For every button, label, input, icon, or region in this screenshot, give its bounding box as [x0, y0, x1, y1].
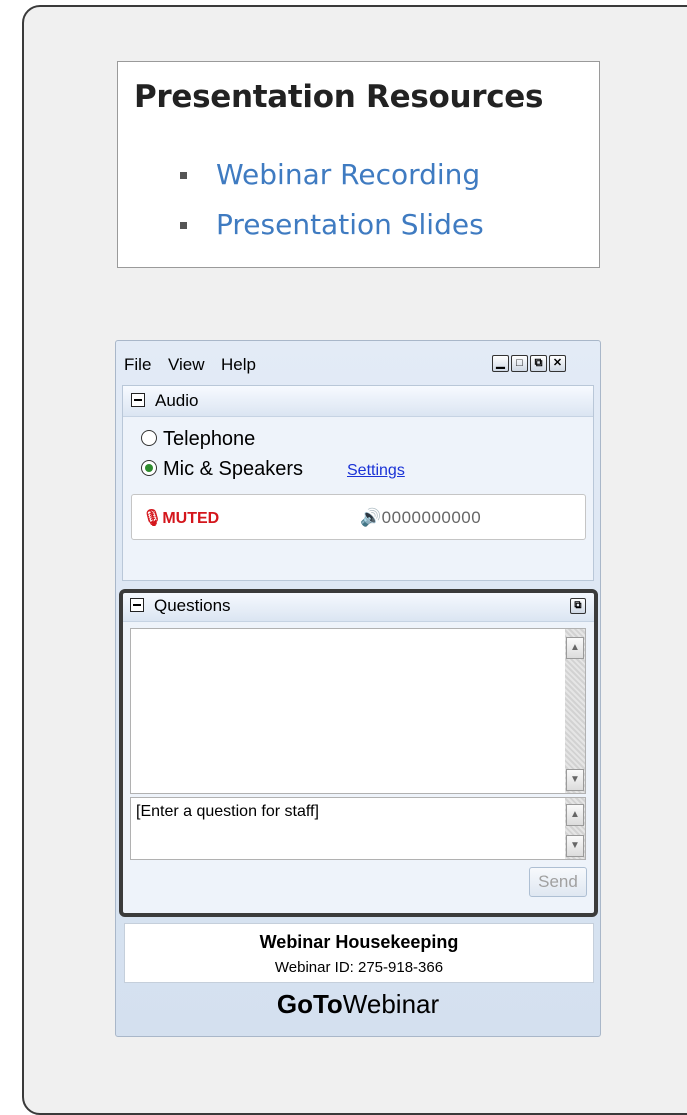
audio-section: Audio Telephone Mic & Speakers Settings …	[122, 385, 594, 581]
restore-icon[interactable]: ⧉	[530, 355, 547, 372]
webinar-recording-link[interactable]: Webinar Recording	[216, 156, 480, 194]
scroll-down-icon[interactable]: ▼	[566, 835, 584, 857]
mic-speakers-label: Mic & Speakers	[163, 458, 304, 480]
resources-title: Presentation Resources	[134, 79, 544, 115]
volume-meter: 🔊0000000000	[360, 508, 482, 527]
telephone-radio[interactable]	[141, 430, 157, 446]
audio-status-box: 🎙MUTED 🔊0000000000	[131, 494, 586, 540]
housekeeping-title: Webinar Housekeeping	[259, 932, 459, 952]
audio-title: Audio	[155, 391, 199, 410]
questions-log[interactable]: ▲ ▼	[130, 628, 586, 794]
settings-link[interactable]: Settings	[347, 462, 405, 480]
scroll-up-icon[interactable]: ▲	[566, 804, 584, 826]
audio-header: Audio	[123, 386, 593, 417]
muted-status[interactable]: 🎙MUTED	[142, 508, 219, 528]
question-input[interactable]: [Enter a question for staff] ▲ ▼	[130, 797, 586, 860]
logo-webinar: Webinar	[342, 989, 440, 1019]
webinar-id: Webinar ID: 275-918-366	[274, 959, 444, 976]
scroll-up-icon[interactable]: ▲	[566, 637, 584, 659]
menu-help[interactable]: Help	[221, 355, 256, 375]
menu-file[interactable]: File	[124, 355, 151, 375]
webinar-housekeeping-box: Webinar Housekeeping Webinar ID: 275-918…	[124, 923, 594, 983]
menu-view[interactable]: View	[168, 355, 205, 375]
question-input-placeholder: [Enter a question for staff]	[136, 803, 319, 820]
volume-meter-value: 0000000000	[381, 508, 482, 527]
presentation-slides-link[interactable]: Presentation Slides	[216, 206, 484, 244]
telephone-label: Telephone	[163, 428, 256, 450]
questions-log-scrollbar[interactable]: ▲ ▼	[565, 629, 585, 793]
muted-label: MUTED	[162, 510, 220, 527]
gotowebinar-logo: GoToWebinar	[116, 989, 600, 1020]
mic-speakers-radio[interactable]	[141, 460, 157, 476]
gotowebinar-control-panel: File View Help ▁ □ ⧉ ✕ Audio Telephone M…	[115, 340, 601, 1037]
bullet-icon	[180, 172, 187, 179]
menu-bar: File View Help ▁ □ ⧉ ✕	[116, 341, 600, 383]
question-input-scrollbar[interactable]: ▲ ▼	[565, 798, 585, 859]
collapse-icon[interactable]	[131, 393, 145, 407]
bullet-icon	[180, 222, 187, 229]
close-icon[interactable]: ✕	[549, 355, 566, 372]
logo-goto: GoTo	[276, 989, 343, 1019]
presentation-resources-panel: Presentation Resources Webinar Recording…	[117, 61, 600, 268]
send-button[interactable]: Send	[529, 867, 587, 897]
scroll-down-icon[interactable]: ▼	[566, 769, 584, 791]
minimize-icon[interactable]: ▁	[492, 355, 509, 372]
maximize-icon[interactable]: □	[511, 355, 528, 372]
